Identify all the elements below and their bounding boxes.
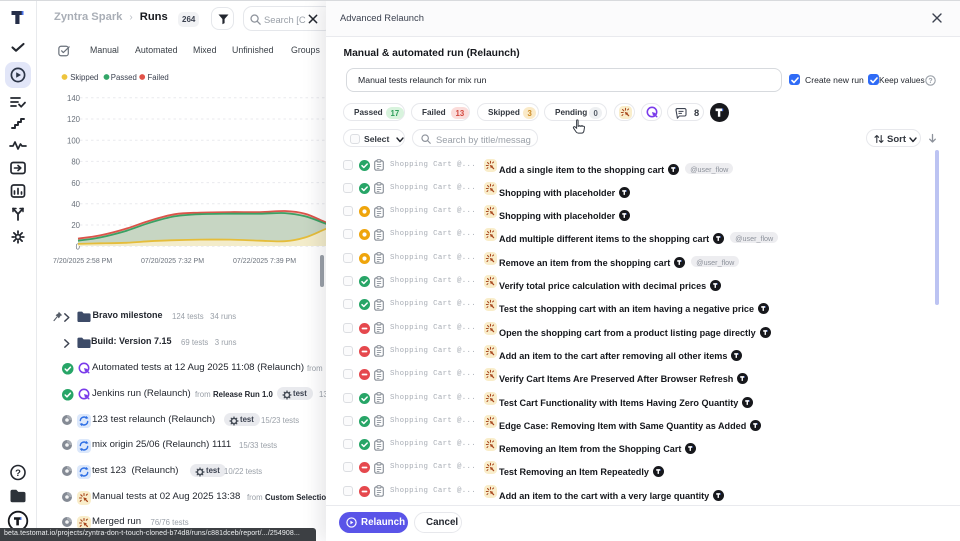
svg-text:80: 80 [71, 158, 80, 167]
svg-text:Failed: Failed [148, 73, 169, 82]
svg-text:Skipped: Skipped [70, 73, 98, 82]
svg-text:07/20/2025 7:32 PM: 07/20/2025 7:32 PM [141, 258, 204, 265]
svg-text:20: 20 [71, 221, 80, 230]
svg-text:60: 60 [71, 179, 80, 188]
svg-text:07/22/2025 7:39 PM: 07/22/2025 7:39 PM [233, 258, 296, 265]
svg-text:120: 120 [67, 115, 81, 124]
svg-text:Passed: Passed [111, 73, 137, 82]
svg-text:?: ? [928, 78, 932, 85]
svg-text:140: 140 [67, 94, 81, 103]
svg-text:100: 100 [67, 136, 81, 145]
svg-text:7/20/2025 2:58 PM: 7/20/2025 2:58 PM [53, 258, 112, 265]
svg-text:?: ? [15, 468, 21, 479]
svg-text:40: 40 [71, 200, 80, 209]
